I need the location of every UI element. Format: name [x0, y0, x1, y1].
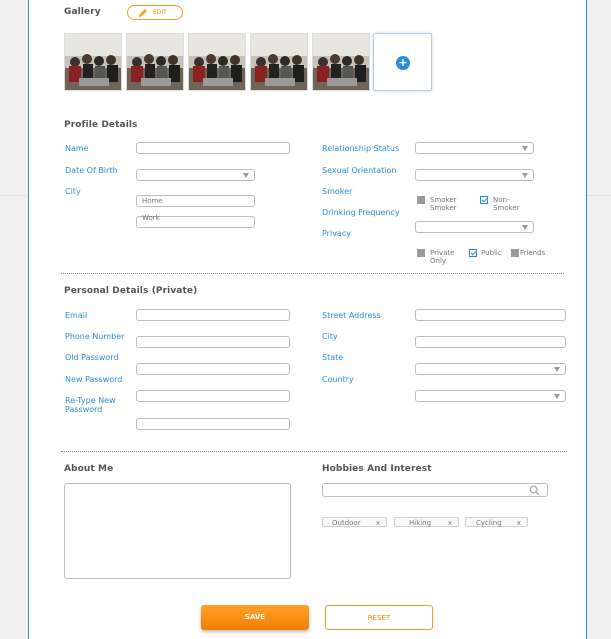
street-label: Street Address: [322, 311, 381, 320]
hobby-tag: Outdoor x: [322, 517, 387, 527]
relationship-label: Relationship Status: [322, 144, 400, 153]
email-label: Email: [65, 311, 88, 320]
chevron-down-icon: [522, 146, 528, 151]
non-smoker-option-label: Non-Smoker: [493, 196, 520, 212]
city-home-placeholder: Home: [142, 197, 163, 205]
about-me-title: About Me: [64, 464, 114, 474]
street-input[interactable]: [415, 309, 566, 321]
close-icon[interactable]: x: [448, 518, 452, 528]
chevron-down-icon: [522, 173, 528, 178]
drinking-select[interactable]: [415, 221, 534, 233]
gallery-title: Gallery: [64, 7, 101, 17]
chevron-down-icon: [522, 225, 528, 230]
dob-label: Date Of Birth: [65, 166, 118, 175]
state-label: State: [322, 353, 344, 362]
name-label: Name: [65, 144, 89, 153]
dob-select[interactable]: [136, 169, 255, 181]
gallery-photo[interactable]: [250, 33, 308, 91]
chevron-down-icon: [243, 173, 249, 178]
privacy-private-checkbox[interactable]: [417, 249, 425, 257]
relationship-select[interactable]: [415, 142, 534, 154]
non-smoker-checkbox[interactable]: [480, 196, 488, 204]
profile-details-title: Profile Details: [64, 120, 138, 130]
new-password-input[interactable]: [136, 390, 290, 402]
gallery-photo[interactable]: [188, 33, 246, 91]
gallery-edit-button[interactable]: EDIT: [127, 5, 183, 20]
personal-details-title: Personal Details (Private): [64, 286, 198, 296]
hobbies-search-input[interactable]: [322, 483, 548, 497]
gallery-photo[interactable]: [126, 33, 184, 91]
retype-password-label: Re-Type New Password: [65, 396, 116, 414]
email-input[interactable]: [136, 309, 290, 321]
gallery-photo[interactable]: [312, 33, 370, 91]
country-label: Country: [322, 375, 354, 384]
drinking-label: Drinking Frequency: [322, 208, 400, 217]
section-divider: [61, 273, 564, 274]
country-select[interactable]: [415, 390, 566, 402]
privacy-public-checkbox[interactable]: [469, 249, 477, 257]
pencil-icon: [139, 9, 147, 17]
phone-input[interactable]: [136, 336, 290, 348]
profile-edit-card: Gallery EDIT + Profile Details Name Date…: [28, 0, 587, 639]
gallery-edit-label: EDIT: [153, 9, 167, 16]
hobby-tag: Hiking x: [394, 517, 459, 527]
new-password-label: New Password: [65, 375, 123, 384]
phone-label: Phone Number: [65, 332, 125, 341]
old-password-label: Old Password: [65, 353, 119, 362]
close-icon[interactable]: x: [517, 518, 521, 528]
orientation-label: Sexual Orientation: [322, 166, 397, 175]
gallery-photo[interactable]: [64, 33, 122, 91]
old-password-input[interactable]: [136, 363, 290, 375]
smoker-label: Smoker: [322, 187, 353, 196]
smoker-checkbox[interactable]: [417, 196, 425, 204]
about-me-textarea[interactable]: [64, 483, 291, 579]
privacy-friends-checkbox[interactable]: [511, 249, 519, 257]
chevron-down-icon: [554, 394, 560, 399]
hobby-tag: Cycling x: [465, 517, 528, 527]
privacy-private-label: Private Only: [430, 249, 455, 265]
privacy-label: Privacy: [322, 229, 351, 238]
personal-city-input[interactable]: [415, 336, 566, 348]
hobby-tag-label: Cycling: [476, 519, 502, 527]
chevron-down-icon: [554, 367, 560, 372]
search-icon[interactable]: [529, 485, 540, 496]
add-photo-button[interactable]: +: [373, 33, 432, 91]
save-button[interactable]: SAVE: [201, 605, 309, 630]
plus-icon: +: [396, 56, 410, 70]
orientation-select[interactable]: [415, 169, 534, 181]
state-select[interactable]: [415, 363, 566, 375]
hobby-tag-label: Hiking: [409, 519, 432, 527]
city-home-input[interactable]: Home: [136, 195, 255, 207]
name-input[interactable]: [136, 142, 290, 154]
city-work-input[interactable]: Work: [136, 214, 255, 228]
smoker-option-label: Smoker Smoker: [430, 196, 457, 212]
city-label: City: [65, 187, 81, 196]
privacy-friends-label: Friends: [520, 249, 546, 257]
personal-city-label: City: [322, 332, 338, 341]
retype-password-input[interactable]: [136, 418, 290, 430]
city-work-placeholder: Work: [142, 214, 160, 222]
hobby-tag-label: Outdoor: [332, 519, 361, 527]
privacy-public-label: Public: [481, 249, 502, 257]
hobbies-title: Hobbies And Interest: [322, 464, 432, 474]
section-divider: [61, 451, 567, 452]
reset-button[interactable]: RESET: [325, 605, 433, 630]
close-icon[interactable]: x: [376, 518, 380, 528]
